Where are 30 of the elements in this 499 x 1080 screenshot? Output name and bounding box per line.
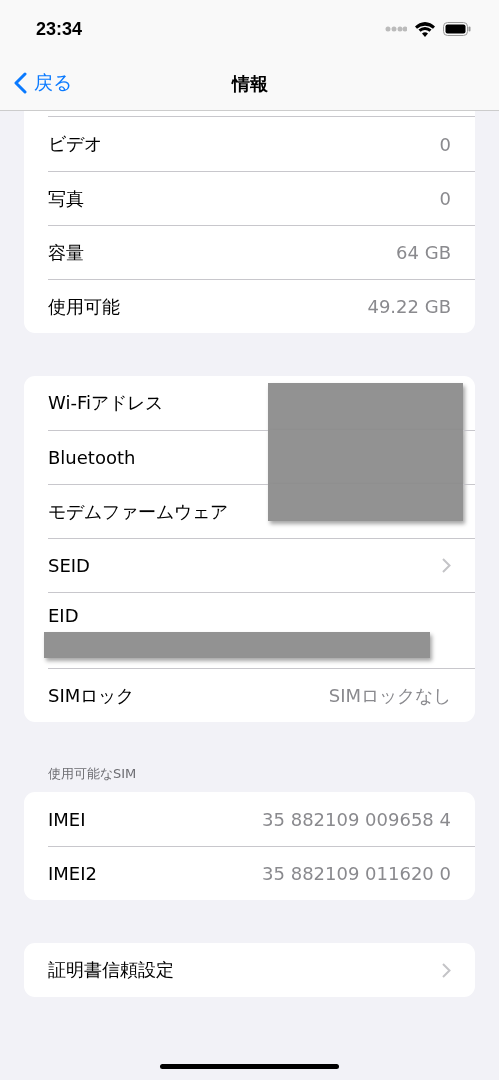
wifi-icon bbox=[415, 21, 435, 37]
row-value: 0 bbox=[439, 188, 451, 209]
row-label: 容量 bbox=[48, 240, 84, 265]
row-label: 使用可能 bbox=[48, 294, 120, 319]
status-time: 23:34 bbox=[36, 18, 83, 40]
nav-title: 情報 bbox=[231, 72, 268, 96]
row-label: SIMロック bbox=[48, 683, 135, 708]
row-value: 64 GB bbox=[396, 242, 451, 263]
row-label: IMEI bbox=[48, 808, 86, 830]
row-label: IMEI2 bbox=[48, 863, 97, 884]
row-value: 35 882109 011620 0 bbox=[262, 863, 451, 884]
row-label: ビデオ bbox=[48, 132, 102, 156]
row-label: Bluetooth bbox=[48, 447, 136, 468]
row-label: モデムファームウェア bbox=[48, 499, 228, 524]
battery-icon bbox=[443, 22, 471, 36]
row-value: SIMロックなし bbox=[328, 683, 451, 708]
chevron-icon bbox=[442, 558, 451, 573]
section-header: 使用可能なSIM bbox=[47, 765, 138, 783]
chevron-icon bbox=[442, 962, 451, 978]
back-button[interactable]: 戻る bbox=[14, 70, 72, 96]
back-chevron-icon bbox=[14, 72, 27, 94]
row-label: EID bbox=[48, 605, 79, 626]
signal-icon bbox=[385, 26, 407, 32]
row-value: 35 882109 009658 4 bbox=[262, 808, 451, 830]
disclosure-row[interactable]: SEID bbox=[48, 538, 475, 592]
row-value: 0 bbox=[439, 133, 451, 155]
row-label: 写真 bbox=[48, 186, 84, 211]
row-value: 49.22 GB bbox=[367, 296, 451, 317]
row-label: Wi-Fiアドレス bbox=[48, 391, 163, 415]
disclosure-row[interactable]: 証明書信頼設定 bbox=[48, 943, 475, 997]
